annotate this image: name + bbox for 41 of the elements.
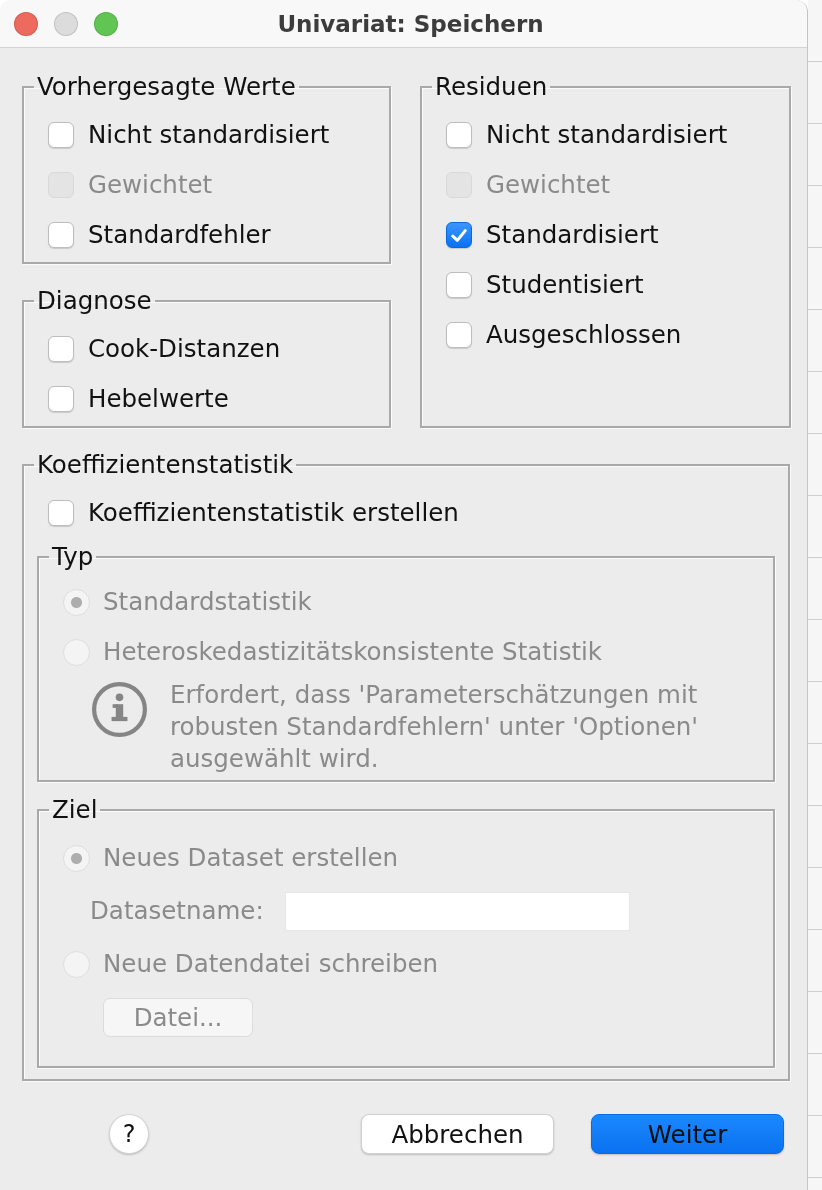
group-title: Residuen bbox=[434, 73, 549, 101]
checkbox-label: Gewichtet bbox=[486, 170, 611, 200]
checkbox[interactable] bbox=[48, 222, 74, 248]
checkbox[interactable] bbox=[446, 322, 472, 348]
checkbox[interactable] bbox=[446, 222, 472, 248]
checkbox-label: Nicht standardisiert bbox=[486, 120, 728, 150]
group-title: Typ bbox=[51, 543, 95, 571]
group-title: Ziel bbox=[51, 796, 99, 824]
checkbox[interactable] bbox=[48, 386, 74, 412]
checkmark-icon bbox=[451, 228, 467, 242]
help-button[interactable]: ? bbox=[109, 1114, 149, 1154]
cancel-button[interactable]: Abbrechen bbox=[361, 1114, 554, 1154]
minimize-button[interactable] bbox=[54, 11, 78, 36]
checkbox-label: Gewichtet bbox=[88, 170, 213, 200]
radio-label: Standardstatistik bbox=[103, 587, 312, 617]
checkbox-label: Hebelwerte bbox=[88, 384, 229, 414]
checkbox[interactable] bbox=[446, 272, 472, 298]
checkbox-label: Studentisiert bbox=[486, 270, 644, 300]
checkbox-label: Koeffizientenstatistik erstellen bbox=[88, 498, 459, 528]
dataset-name-field[interactable] bbox=[285, 892, 629, 930]
info-note: Erfordert, dass 'Parameterschätzungen mit robusten Standardfehlern' unter 'Optionen' ausgewählt wird. bbox=[170, 679, 699, 775]
checkbox[interactable] bbox=[48, 500, 74, 526]
checkbox[interactable] bbox=[48, 122, 74, 148]
group-title: Diagnose bbox=[36, 287, 153, 315]
group-title: Koeffizientenstatistik bbox=[36, 451, 295, 479]
radio-label: Heteroskedastizitätskonsistente Statistik bbox=[103, 637, 603, 667]
radio-label: Neues Dataset erstellen bbox=[103, 843, 399, 873]
checkbox-label: Ausgeschlossen bbox=[486, 320, 682, 350]
field-label: Datasetname: bbox=[90, 896, 264, 926]
window-title: Univariat: Speichern bbox=[277, 10, 544, 37]
checkbox-label: Cook-Distanzen bbox=[88, 334, 281, 364]
checkbox-label: Standardfehler bbox=[88, 220, 271, 250]
checkbox-label: Standardisiert bbox=[486, 220, 659, 250]
close-button[interactable] bbox=[14, 11, 38, 36]
group-title: Vorhergesagte Werte bbox=[36, 73, 297, 101]
checkbox[interactable] bbox=[48, 336, 74, 362]
checkbox[interactable] bbox=[446, 122, 472, 148]
checkbox-label: Nicht standardisiert bbox=[88, 120, 330, 150]
zoom-button[interactable] bbox=[94, 11, 118, 36]
continue-button[interactable]: Weiter bbox=[591, 1114, 784, 1154]
radio-label: Neue Datendatei schreiben bbox=[103, 949, 439, 979]
